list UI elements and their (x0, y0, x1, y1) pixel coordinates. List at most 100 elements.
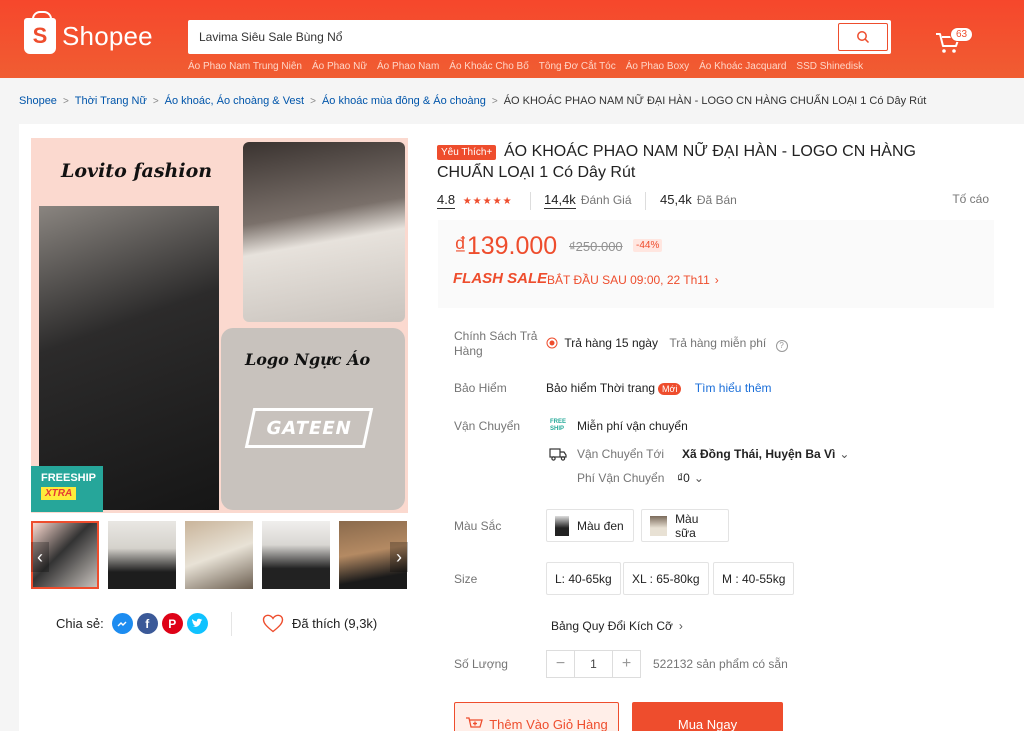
color-option-black[interactable]: Màu đen (546, 509, 634, 542)
suggestion-link[interactable]: Áo Phao Boxy (626, 61, 689, 72)
color-option-label: Màu sữa (675, 511, 699, 540)
twitter-icon[interactable] (186, 613, 208, 634)
color-thumb (650, 515, 668, 536)
reviews-summary[interactable]: 14,4k Đánh Giá (544, 192, 632, 209)
price-box: ₫139.000 ₫250.000 -44% FLASH SALE BẮT ĐẦ… (438, 220, 994, 308)
breadcrumb-link[interactable]: Áo khoác, Áo choàng & Vest (165, 95, 304, 107)
chevron-down-icon: ⌄ (693, 471, 704, 485)
flash-sale-time[interactable]: BẮT ĐẦU SAU 09:00, 22 Th11 › (547, 273, 719, 287)
header: S Shopee Áo Phao Nam Trung Niên Áo Phao … (0, 0, 1024, 78)
facebook-icon[interactable]: f (136, 613, 158, 634)
ship-to-label: Vận Chuyển Tới (577, 447, 665, 461)
suggestion-link[interactable]: Áo Phao Nam Trung Niên (188, 61, 302, 72)
suggestion-link[interactable]: Áo Phao Nam (377, 61, 439, 72)
learn-more-link[interactable]: Tìm hiểu thêm (695, 381, 772, 395)
model-photo-cream-jacket (243, 142, 405, 322)
chest-logo-photo: Logo Ngực Áo GATEEN (221, 328, 405, 510)
quantity-input[interactable]: 1 (574, 651, 613, 677)
chevron-right-icon: › (714, 273, 719, 287)
help-icon[interactable]: ? (775, 340, 788, 352)
truck-icon (549, 448, 567, 461)
pinterest-icon[interactable]: P (161, 613, 183, 634)
share-divider (231, 612, 232, 636)
product-main-image[interactable]: Lovito fashion Logo Ngực Áo GATEEN FREES… (31, 138, 408, 513)
quantity-decrease-button[interactable]: − (547, 651, 574, 677)
chest-logo-title: Logo Ngực Áo (245, 350, 371, 369)
return-free: Trả hàng miễn phí (669, 336, 767, 350)
suggestion-link[interactable]: Áo Phao Nữ (312, 61, 367, 72)
rating-row: 4.8 ★★★★★ 14,4k Đánh Giá 45,4k Đã Bán Tố c… (437, 192, 989, 212)
ship-to-selector[interactable]: Xã Đồng Thái, Huyện Ba Vì ⌄ (682, 447, 849, 461)
add-to-cart-button[interactable]: Thêm Vào Giỏ Hàng (454, 702, 619, 731)
ship-to-value: Xã Đồng Thái, Huyện Ba Vì (682, 447, 836, 461)
shopee-logo[interactable]: S Shopee (24, 11, 153, 54)
size-option[interactable]: M : 40-55kg (713, 562, 795, 595)
breadcrumb-link[interactable]: Áo khoác mùa đông & Áo choàng (322, 95, 486, 107)
report-link[interactable]: Tố cáo (952, 192, 989, 206)
freeship-label: FREESHIP (41, 472, 97, 484)
color-option-cream[interactable]: Màu sữa (641, 509, 729, 542)
discount-badge: -44% (633, 239, 663, 252)
color-label: Màu Sắc (454, 519, 502, 533)
suggestion-link[interactable]: Áo Khoác Cho Bố (449, 61, 529, 72)
thumbnail[interactable] (262, 521, 330, 589)
search-button[interactable] (838, 23, 888, 51)
share-label: Chia sẻ: (56, 616, 104, 631)
original-price: ₫250.000 (569, 239, 623, 254)
xtra-label: XTRA (41, 487, 77, 500)
cart-count-badge: 63 (950, 27, 974, 42)
return-icon (546, 337, 558, 349)
return-days: Trả hàng 15 ngày (564, 336, 658, 350)
breadcrumb-link[interactable]: Shopee (19, 95, 57, 107)
shopee-bag-icon: S (24, 11, 56, 54)
search-bar (188, 20, 891, 54)
messenger-icon[interactable] (111, 613, 133, 634)
logo-text: Shopee (62, 20, 153, 51)
current-price: ₫139.000 (454, 232, 558, 260)
ship-fee-selector[interactable]: ₫0 ⌄ (677, 471, 704, 485)
reviews-count: 14,4k (544, 192, 576, 209)
logo-mark: S (32, 23, 48, 48)
heart-icon (262, 614, 284, 633)
search-input[interactable] (188, 20, 838, 54)
suggestion-link[interactable]: Áo Khoác Jacquard (699, 61, 786, 72)
rating-summary[interactable]: 4.8 ★★★★★ (437, 192, 513, 209)
thumbnail-next-button[interactable]: › (390, 542, 408, 572)
chevron-right-icon: > (491, 95, 498, 107)
thumbnail[interactable] (185, 521, 253, 589)
color-option-label: Màu đen (577, 518, 624, 533)
shipping-label: Vận Chuyển (454, 419, 521, 433)
flash-sale-time-text: BẮT ĐẦU SAU 09:00, 22 Th11 (547, 273, 710, 287)
ship-fee-value: ₫0 (677, 471, 690, 485)
model-photo-black-jacket (39, 206, 219, 510)
sold-summary: 45,4k Đã Bán (660, 192, 737, 207)
chevron-right-icon: > (62, 95, 69, 107)
thumbnail-prev-button[interactable]: ‹ (31, 542, 49, 572)
insurance-value: Bảo hiểm Thời trang Mới Tìm hiểu thêm (546, 381, 772, 395)
buy-now-button[interactable]: Mua Ngay (632, 702, 783, 731)
free-ship-icon: FREE SHIP (550, 419, 567, 432)
suggestion-link[interactable]: SSD Shinedisk (796, 61, 863, 72)
flash-sale-label: FLASH SALE (453, 270, 548, 287)
chevron-down-icon: ⌄ (839, 447, 850, 461)
thumbnail[interactable] (108, 521, 176, 589)
suggestion-link[interactable]: Tông Đơ Cắt Tóc (539, 61, 616, 72)
size-option[interactable]: XL : 65-80kg (623, 562, 709, 595)
sold-count: 45,4k (660, 192, 692, 207)
search-suggestions: Áo Phao Nam Trung Niên Áo Phao Nữ Áo Pha… (188, 61, 863, 72)
size-option[interactable]: L: 40-65kg (546, 562, 621, 595)
return-policy-label: Chính Sách Trả Hàng (454, 329, 538, 358)
size-label: Size (454, 572, 478, 586)
size-chart-link[interactable]: Bảng Quy Đổi Kích Cỡ › (551, 619, 683, 633)
thumbnail-strip (31, 521, 408, 591)
stock-available: 522132 sản phẩm có sẵn (653, 657, 788, 671)
rating-divider (645, 192, 646, 210)
like-button[interactable]: Đã thích (9,3k) (262, 614, 377, 633)
breadcrumb-current: ÁO KHOÁC PHAO NAM NỮ ĐẠI HÀN - LOGO CN H… (503, 95, 927, 107)
freeship-xtra-badge: FREESHIP XTRA (31, 466, 103, 512)
rating-value: 4.8 (437, 192, 456, 209)
quantity-label: Số Lượng (454, 657, 508, 671)
breadcrumb-link[interactable]: Thời Trang Nữ (75, 95, 147, 107)
quantity-increase-button[interactable]: + (613, 651, 640, 677)
reviews-label: Đánh Giá (580, 193, 632, 207)
